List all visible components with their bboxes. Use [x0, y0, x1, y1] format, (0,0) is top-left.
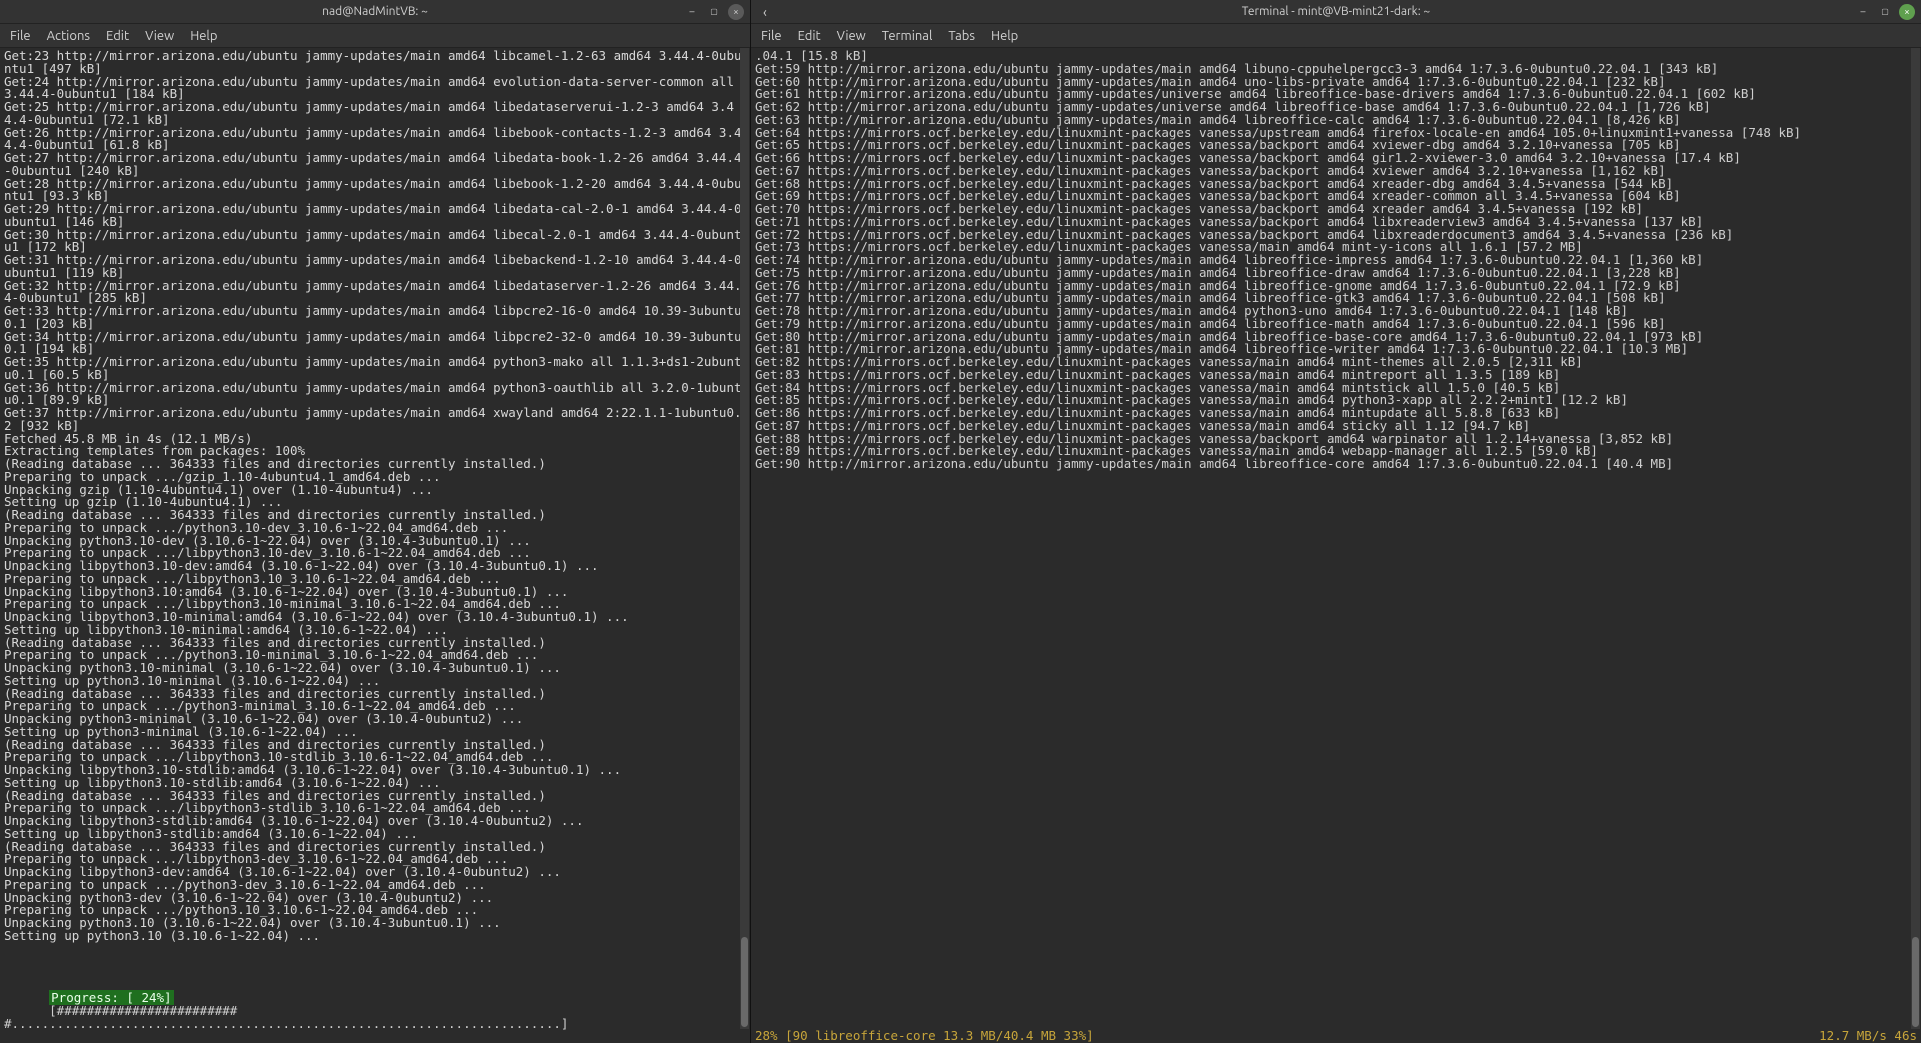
menu-view[interactable]: View [145, 29, 174, 43]
menu-help[interactable]: Help [190, 29, 217, 43]
left-terminal-output[interactable]: Get:23 http://mirror.arizona.edu/ubuntu … [0, 48, 750, 1043]
back-button[interactable] [757, 4, 773, 20]
terminal-line: Get:28 http://mirror.arizona.edu/ubuntu … [4, 178, 746, 204]
terminal-line: Get:35 http://mirror.arizona.edu/ubuntu … [4, 356, 746, 382]
left-scrollbar[interactable] [740, 48, 749, 1029]
terminal-line: Get:90 http://mirror.arizona.edu/ubuntu … [755, 458, 1917, 471]
left-terminal-window: nad@NadMintVB: ~ File Actions Edit View … [0, 0, 750, 1043]
right-status-line: 28% [90 libreoffice-core 13.3 MB/40.4 MB… [755, 1030, 1917, 1043]
minimize-button[interactable] [1855, 4, 1871, 20]
maximize-button[interactable] [1877, 4, 1893, 20]
terminal-line: Get:26 http://mirror.arizona.edu/ubuntu … [4, 127, 746, 153]
menu-file[interactable]: File [761, 29, 782, 43]
maximize-button[interactable] [706, 4, 722, 20]
terminal-line: Get:36 http://mirror.arizona.edu/ubuntu … [4, 382, 746, 408]
terminal-line: Get:32 http://mirror.arizona.edu/ubuntu … [4, 280, 746, 306]
terminal-line: Get:31 http://mirror.arizona.edu/ubuntu … [4, 254, 746, 280]
menu-tabs[interactable]: Tabs [948, 29, 975, 43]
left-window-title: nad@NadMintVB: ~ [322, 5, 428, 18]
terminal-line: Get:27 http://mirror.arizona.edu/ubuntu … [4, 152, 746, 178]
menu-edit[interactable]: Edit [798, 29, 821, 43]
right-terminal-output[interactable]: .04.1 [15.8 kB]Get:59 http://mirror.ariz… [751, 48, 1921, 1043]
right-menubar: File Edit View Terminal Tabs Help [751, 24, 1921, 48]
terminal-line: Get:30 http://mirror.arizona.edu/ubuntu … [4, 229, 746, 255]
terminal-line: Get:29 http://mirror.arizona.edu/ubuntu … [4, 203, 746, 229]
right-titlebar[interactable]: Terminal - mint@VB-mint21-dark: ~ [751, 0, 1921, 24]
left-titlebar[interactable]: nad@NadMintVB: ~ [0, 0, 750, 24]
terminal-line: Get:37 http://mirror.arizona.edu/ubuntu … [4, 407, 746, 433]
menu-view[interactable]: View [837, 29, 866, 43]
terminal-line: Get:24 http://mirror.arizona.edu/ubuntu … [4, 76, 746, 102]
menu-terminal[interactable]: Terminal [882, 29, 933, 43]
download-progress-text: 28% [90 libreoffice-core 13.3 MB/40.4 MB… [755, 1030, 1094, 1043]
menu-file[interactable]: File [10, 29, 31, 43]
close-button[interactable] [728, 4, 744, 20]
close-button[interactable] [1899, 4, 1915, 20]
terminal-line: Get:23 http://mirror.arizona.edu/ubuntu … [4, 50, 746, 76]
right-scrollbar[interactable] [1911, 48, 1920, 1029]
terminal-line: Get:25 http://mirror.arizona.edu/ubuntu … [4, 101, 746, 127]
terminal-line: Get:33 http://mirror.arizona.edu/ubuntu … [4, 305, 746, 331]
terminal-line: Get:34 http://mirror.arizona.edu/ubuntu … [4, 331, 746, 357]
minimize-button[interactable] [684, 4, 700, 20]
download-rate-text: 12.7 MB/s 46s [1819, 1030, 1917, 1043]
menu-edit[interactable]: Edit [106, 29, 129, 43]
terminal-line: Setting up python3.10 (3.10.6-1~22.04) .… [4, 930, 746, 943]
progress-bar: [#########################..............… [4, 1003, 568, 1031]
left-progress-line: Progress: [ 24%] [######################… [4, 979, 746, 1043]
menu-actions[interactable]: Actions [47, 29, 90, 43]
right-terminal-window: Terminal - mint@VB-mint21-dark: ~ File E… [750, 0, 1921, 1043]
menu-help[interactable]: Help [991, 29, 1018, 43]
right-scrollbar-thumb[interactable] [1912, 937, 1919, 1027]
left-menubar: File Actions Edit View Help [0, 24, 750, 48]
right-window-title: Terminal - mint@VB-mint21-dark: ~ [1242, 5, 1430, 18]
